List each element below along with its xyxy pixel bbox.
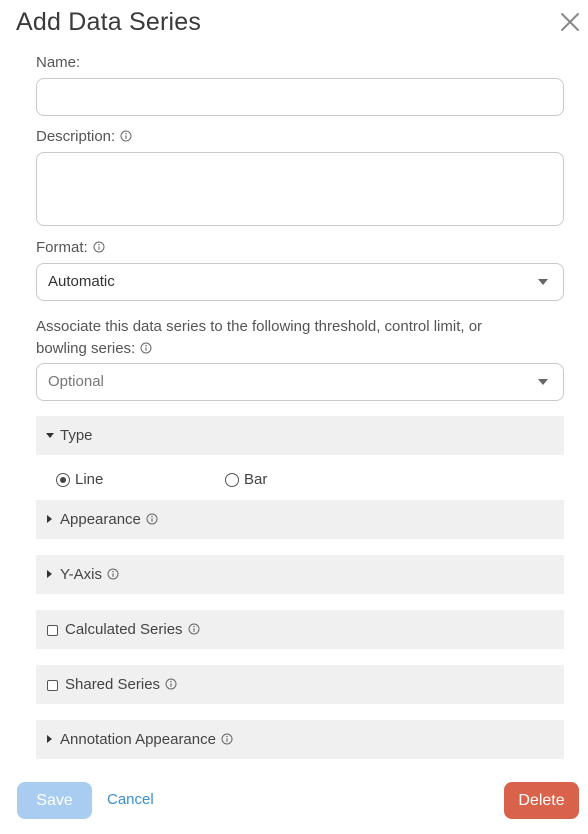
format-select[interactable]: Automatic [36, 263, 564, 301]
caret-right-icon [47, 515, 52, 523]
radio-icon [56, 473, 70, 487]
annotation-appearance-label: Annotation Appearance [60, 730, 233, 749]
radio-icon [225, 473, 239, 487]
description-label: Description: [36, 127, 132, 147]
calculated-series-section[interactable]: Calculated Series [36, 610, 564, 649]
chevron-down-icon [538, 279, 548, 285]
delete-button[interactable]: Delete [504, 782, 579, 819]
associate-select-placeholder: Optional [48, 373, 104, 390]
associate-select[interactable]: Optional [36, 363, 564, 401]
annotation-appearance-section-header[interactable]: Annotation Appearance [36, 720, 564, 759]
caret-down-icon [46, 433, 54, 438]
associate-label: Associate this data series to the follow… [36, 318, 483, 335]
name-label: Name: [36, 54, 81, 71]
caret-right-icon [47, 570, 52, 578]
info-icon[interactable] [221, 733, 233, 745]
cancel-button[interactable]: Cancel [107, 791, 154, 808]
appearance-section-header[interactable]: Appearance [36, 500, 564, 539]
caret-right-icon [47, 735, 52, 743]
checkbox-icon[interactable] [47, 625, 58, 636]
save-button[interactable]: Save [17, 782, 92, 819]
calculated-series-label: Calculated Series [65, 620, 200, 639]
y-axis-section-label: Y-Axis [60, 565, 119, 584]
info-icon[interactable] [140, 342, 152, 354]
type-section-label: Type [60, 427, 93, 444]
info-icon[interactable] [93, 241, 105, 253]
shared-series-label: Shared Series [65, 675, 177, 694]
info-icon[interactable] [120, 130, 132, 142]
close-icon[interactable] [556, 8, 584, 36]
info-icon[interactable] [165, 678, 177, 690]
name-input[interactable] [36, 78, 564, 116]
description-textarea[interactable] [36, 152, 564, 226]
format-select-value: Automatic [48, 273, 115, 290]
chevron-down-icon [538, 379, 548, 385]
shared-series-section[interactable]: Shared Series [36, 665, 564, 704]
appearance-section-label: Appearance [60, 510, 158, 529]
checkbox-icon[interactable] [47, 680, 58, 691]
info-icon[interactable] [107, 568, 119, 580]
y-axis-section-header[interactable]: Y-Axis [36, 555, 564, 594]
type-section-header[interactable]: Type [36, 416, 564, 455]
info-icon[interactable] [146, 513, 158, 525]
format-label: Format: [36, 238, 105, 258]
dialog-title: Add Data Series [16, 8, 202, 36]
info-icon[interactable] [188, 623, 200, 635]
associate-label-line2: bowling series: [36, 339, 152, 359]
